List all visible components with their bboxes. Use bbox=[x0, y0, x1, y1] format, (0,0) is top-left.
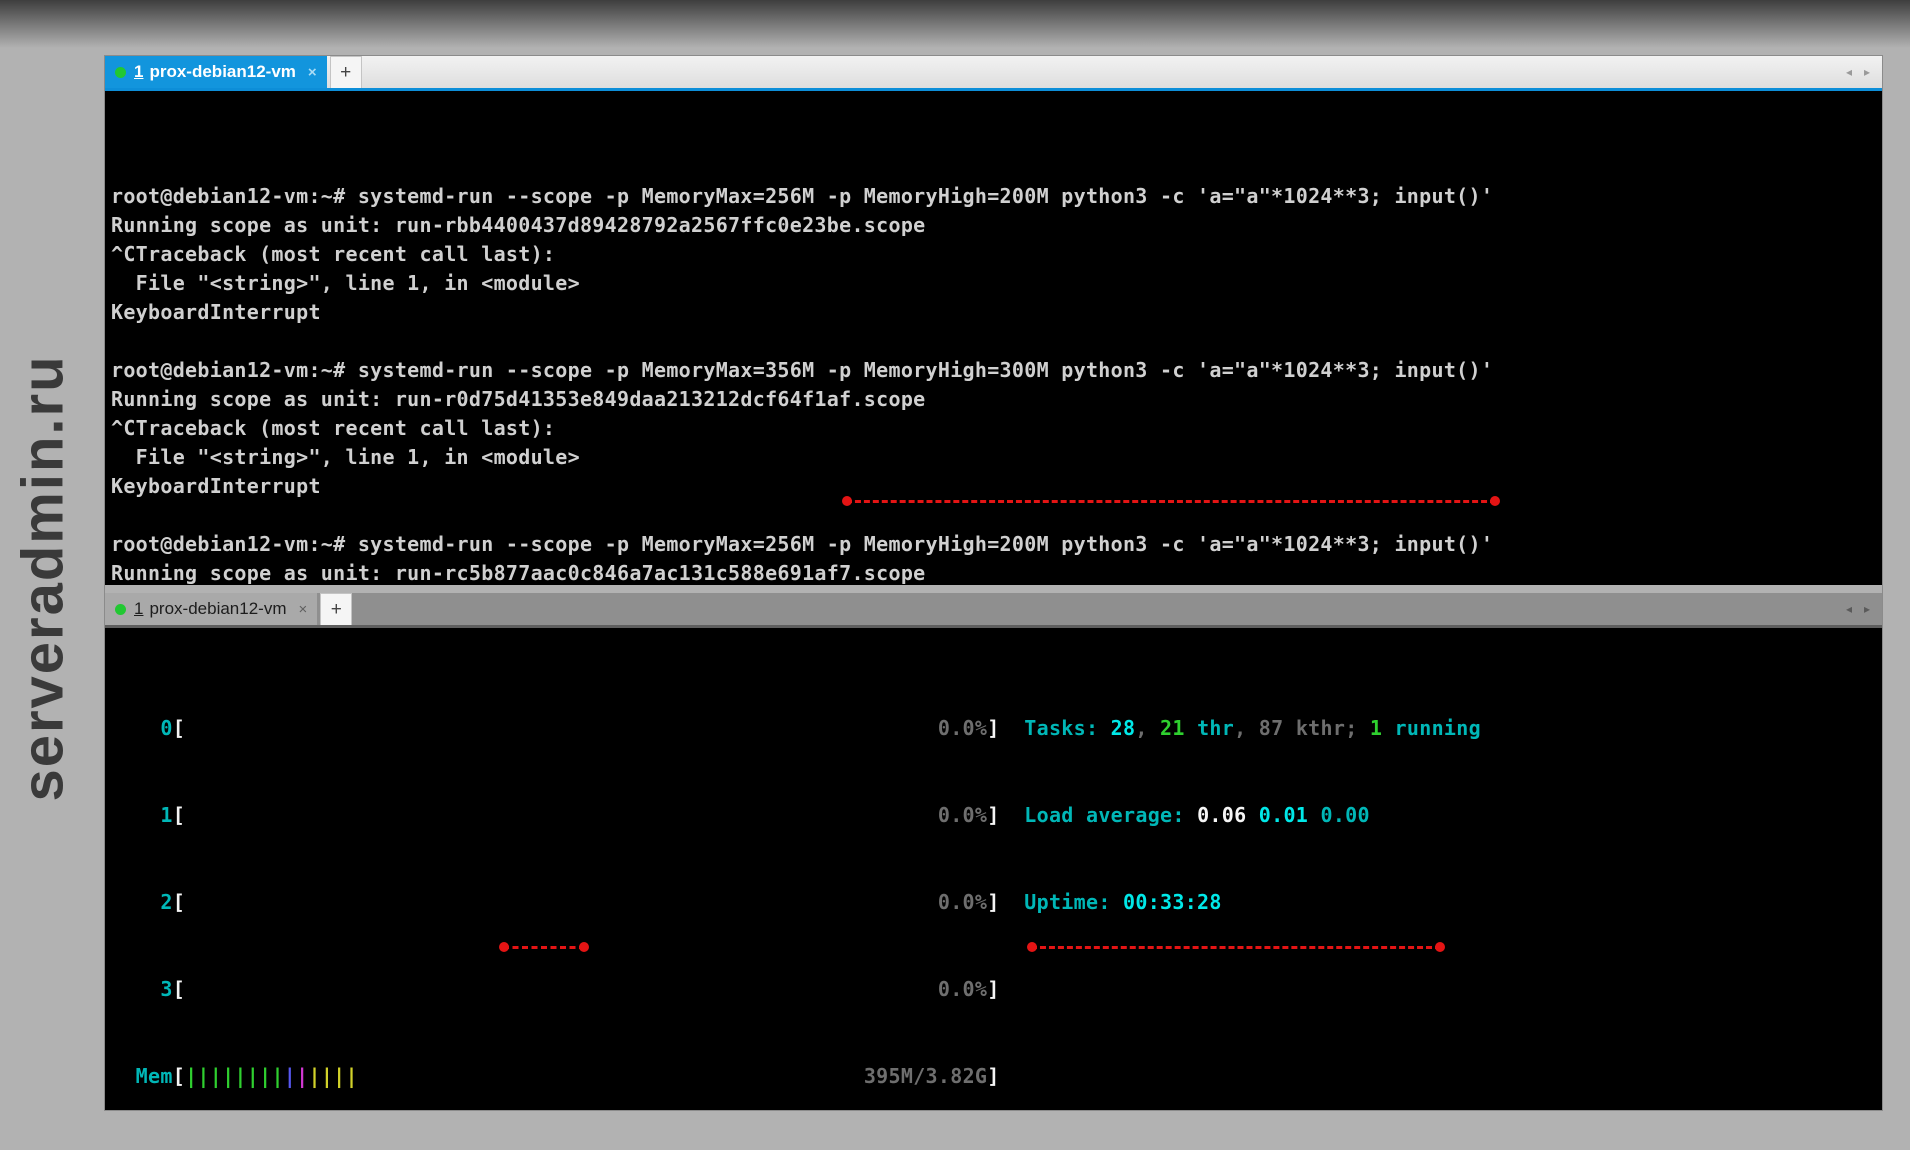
new-tab-button[interactable]: + bbox=[330, 56, 362, 88]
memory-meter: Mem[|||||||||||||| 395M/3.82G] bbox=[111, 1062, 1882, 1091]
tab-title: prox-debian12-vm bbox=[149, 599, 286, 619]
scroll-tabs-right-icon[interactable]: ▸ bbox=[1864, 65, 1870, 79]
session-status-icon bbox=[115, 604, 126, 615]
scroll-tabs-right-icon[interactable]: ▸ bbox=[1864, 602, 1870, 616]
annotation-underline-res-202m bbox=[503, 946, 585, 949]
cpu2-meter: 2[ 0.0%] Uptime: 00:33:28 bbox=[111, 888, 1882, 917]
tab-index: 1 bbox=[134, 62, 143, 82]
tab-prox-debian12-vm-bottom[interactable]: 1 prox-debian12-vm × bbox=[105, 593, 317, 625]
session-status-icon bbox=[115, 67, 126, 78]
watermark: serveradmin.ru bbox=[10, 354, 77, 801]
htop-screen[interactable]: 0[ 0.0%] Tasks: 28, 21 thr, 87 kthr; 1 r… bbox=[105, 628, 1882, 1110]
annotation-underline-python-command bbox=[1031, 946, 1441, 949]
tab-index: 1 bbox=[134, 599, 143, 619]
tab-title: prox-debian12-vm bbox=[149, 62, 295, 82]
new-tab-button[interactable]: + bbox=[320, 593, 352, 625]
annotation-underline-memoryhigh-command bbox=[846, 500, 1496, 503]
tab-bar-top: 1 prox-debian12-vm × + ◂ ▸ bbox=[105, 56, 1882, 91]
terminal-output-top[interactable]: root@debian12-vm:~# systemd-run --scope … bbox=[105, 91, 1882, 585]
desktop-top-gradient bbox=[0, 0, 1910, 48]
tab-prox-debian12-vm-top[interactable]: 1 prox-debian12-vm × bbox=[105, 56, 327, 88]
cpu0-meter: 0[ 0.0%] Tasks: 28, 21 thr, 87 kthr; 1 r… bbox=[111, 714, 1882, 743]
window-divider bbox=[105, 585, 1882, 593]
tab-bar-bottom: 1 prox-debian12-vm × + ◂ ▸ bbox=[105, 593, 1882, 628]
close-tab-icon[interactable]: × bbox=[308, 64, 317, 81]
cpu3-meter: 3[ 0.0%] bbox=[111, 975, 1882, 1004]
scroll-tabs-left-icon[interactable]: ◂ bbox=[1846, 602, 1852, 616]
close-tab-icon[interactable]: × bbox=[298, 601, 307, 618]
terminal-window: 1 prox-debian12-vm × + ◂ ▸ root@debian12… bbox=[105, 56, 1882, 1110]
scroll-tabs-left-icon[interactable]: ◂ bbox=[1846, 65, 1852, 79]
terminal-lines: root@debian12-vm:~# systemd-run --scope … bbox=[111, 182, 1882, 585]
cpu1-meter: 1[ 0.0%] Load average: 0.06 0.01 0.00 bbox=[111, 801, 1882, 830]
